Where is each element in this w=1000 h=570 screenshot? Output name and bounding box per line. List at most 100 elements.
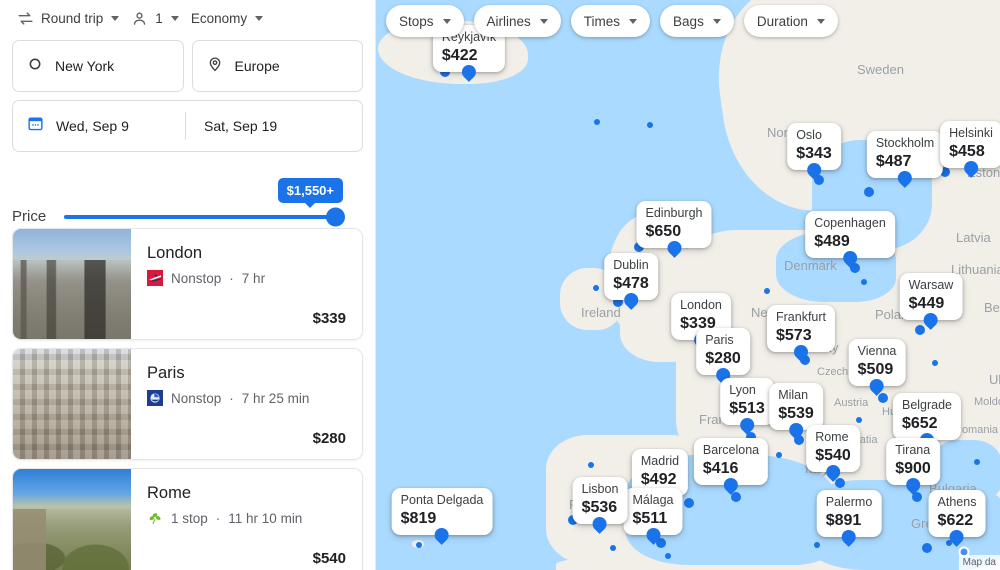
cabin-class-selector[interactable]: Economy [186, 7, 268, 30]
price-marker[interactable]: Athens $622 [928, 490, 986, 537]
price-marker[interactable]: Dublin $478 [604, 253, 658, 300]
price-marker[interactable]: Milan $539 [769, 383, 823, 430]
flight-summary: Nonstop · 7 hr [147, 270, 346, 286]
city-dot[interactable] [647, 122, 653, 128]
city-dot[interactable] [835, 478, 845, 488]
destination-results-list[interactable]: London Nonstop · 7 hr $339 Paris Nonstop… [0, 228, 375, 570]
flights-explore-page: Round trip 1 Economy New York Europe Wed… [0, 0, 1000, 570]
price-marker-city: Belgrade [901, 398, 953, 412]
trip-type-selector[interactable]: Round trip [12, 6, 124, 31]
list-item[interactable]: London Nonstop · 7 hr $339 [12, 228, 363, 340]
price-marker-city: Ponta Delgada [400, 493, 484, 507]
city-dot[interactable] [861, 279, 867, 285]
city-dot[interactable] [594, 119, 600, 125]
list-item[interactable]: Rome 1 stop · 11 hr 10 min $540 [12, 468, 363, 570]
price-marker[interactable]: Paris $280 [696, 328, 750, 375]
price-marker[interactable]: Ponta Delgada $819 [391, 488, 493, 535]
map-pin-icon [906, 478, 920, 492]
price-marker-price: $280 [705, 350, 741, 367]
price-marker-city: Lisbon [581, 482, 619, 496]
origin-field[interactable]: New York [12, 40, 184, 92]
price-marker-price: $489 [814, 233, 850, 250]
price-marker[interactable]: Málaga $511 [623, 488, 683, 535]
city-dot[interactable] [610, 545, 616, 551]
destination-city: London [147, 244, 203, 262]
price-marker-city: Rome [815, 430, 849, 444]
filter-chip-duration[interactable]: Duration [743, 5, 838, 37]
destination-field[interactable]: Europe [191, 40, 363, 92]
separator: · [229, 390, 234, 406]
price-marker[interactable]: Lisbon $536 [572, 477, 628, 524]
price-marker[interactable]: Stockholm $487 [866, 131, 944, 178]
price-marker-city: Oslo [796, 128, 822, 142]
search-sidebar: Round trip 1 Economy New York Europe Wed… [0, 0, 376, 570]
price-marker[interactable]: Edinburgh $650 [636, 201, 712, 248]
price-marker-price: $422 [441, 47, 478, 64]
price-marker-city: Barcelona [702, 443, 760, 457]
price-marker-city: Stockholm [875, 136, 935, 150]
price-marker[interactable]: Belgrade $652 [892, 393, 962, 440]
map-pin-icon [870, 379, 884, 393]
circle-icon [27, 56, 43, 77]
price-marker[interactable]: Copenhagen $489 [805, 211, 895, 258]
price-marker-city: Edinburgh [645, 206, 703, 220]
city-dot[interactable] [814, 542, 820, 548]
price-marker[interactable]: Warsaw $449 [899, 273, 963, 320]
trip-type-label: Round trip [41, 10, 104, 26]
city-dot[interactable] [974, 459, 980, 465]
map-pin-icon [842, 530, 856, 544]
price-slider-thumb[interactable] [326, 207, 345, 226]
city-dot[interactable] [922, 543, 932, 553]
city-dot[interactable] [731, 492, 741, 502]
map-pin-icon [950, 530, 964, 544]
price-marker[interactable]: Vienna $509 [848, 339, 906, 386]
list-item[interactable]: Paris Nonstop · 7 hr 25 min $280 [12, 348, 363, 460]
destination-thumbnail [13, 349, 131, 459]
city-dot[interactable] [932, 360, 938, 366]
filter-chip-stops[interactable]: Stops [386, 5, 464, 37]
map-pin-icon [740, 418, 754, 432]
price-marker[interactable]: Frankfurt $573 [766, 305, 836, 352]
price-marker[interactable]: Tirana $900 [886, 438, 940, 485]
price-marker[interactable]: Rome $540 [806, 425, 860, 472]
price-marker[interactable]: Oslo $343 [787, 123, 841, 170]
price-filter-label: Price [12, 208, 47, 225]
filter-chip-airlines[interactable]: Airlines [473, 5, 561, 37]
price-marker-price: $819 [400, 510, 437, 527]
price-marker[interactable]: Palermo $891 [816, 490, 882, 537]
price-marker-city: Dublin [613, 258, 649, 272]
filter-chip-times[interactable]: Times [570, 5, 651, 37]
price-marker[interactable]: Helsinki $458 [940, 121, 1000, 168]
price-marker-price: $536 [581, 499, 618, 516]
return-date-field[interactable]: Sat, Sep 19 [186, 101, 362, 151]
price-marker-city: Milan [778, 388, 809, 402]
city-dot[interactable] [665, 553, 671, 559]
stops-label: 1 stop [171, 510, 208, 526]
city-dot[interactable] [764, 288, 770, 294]
depart-date-field[interactable]: Wed, Sep 9 [13, 101, 185, 151]
price-marker-price: $652 [901, 415, 938, 432]
filter-chip-bags[interactable]: Bags [660, 5, 734, 37]
paris-photo [13, 349, 131, 459]
price-marker-price: $573 [775, 327, 812, 344]
city-dot[interactable] [856, 417, 862, 423]
city-dot[interactable] [593, 285, 599, 291]
depart-date-value: Wed, Sep 9 [56, 118, 129, 134]
price-marker[interactable]: Barcelona $416 [693, 438, 769, 485]
city-dot[interactable] [588, 462, 594, 468]
city-dot[interactable] [878, 393, 888, 403]
price-marker-city: Palermo [825, 495, 873, 509]
date-range-field: Wed, Sep 9 Sat, Sep 19 [12, 100, 363, 152]
city-dot[interactable] [416, 542, 422, 548]
price-slider-track[interactable] [64, 207, 345, 226]
location-fields-row: New York Europe [12, 40, 363, 92]
price-marker[interactable]: Lyon $513 [720, 378, 774, 425]
city-dot[interactable] [776, 452, 782, 458]
map-pin-icon [826, 465, 840, 479]
destination-thumbnail [13, 469, 131, 570]
city-dot[interactable] [684, 498, 694, 508]
city-dot[interactable] [864, 187, 874, 197]
price-marker-price: $891 [825, 512, 862, 529]
destinations-map[interactable]: SwedenNorwayFinlandEstoniaLatviaLithuani… [376, 0, 1000, 570]
passengers-selector[interactable]: 1 [126, 6, 184, 31]
